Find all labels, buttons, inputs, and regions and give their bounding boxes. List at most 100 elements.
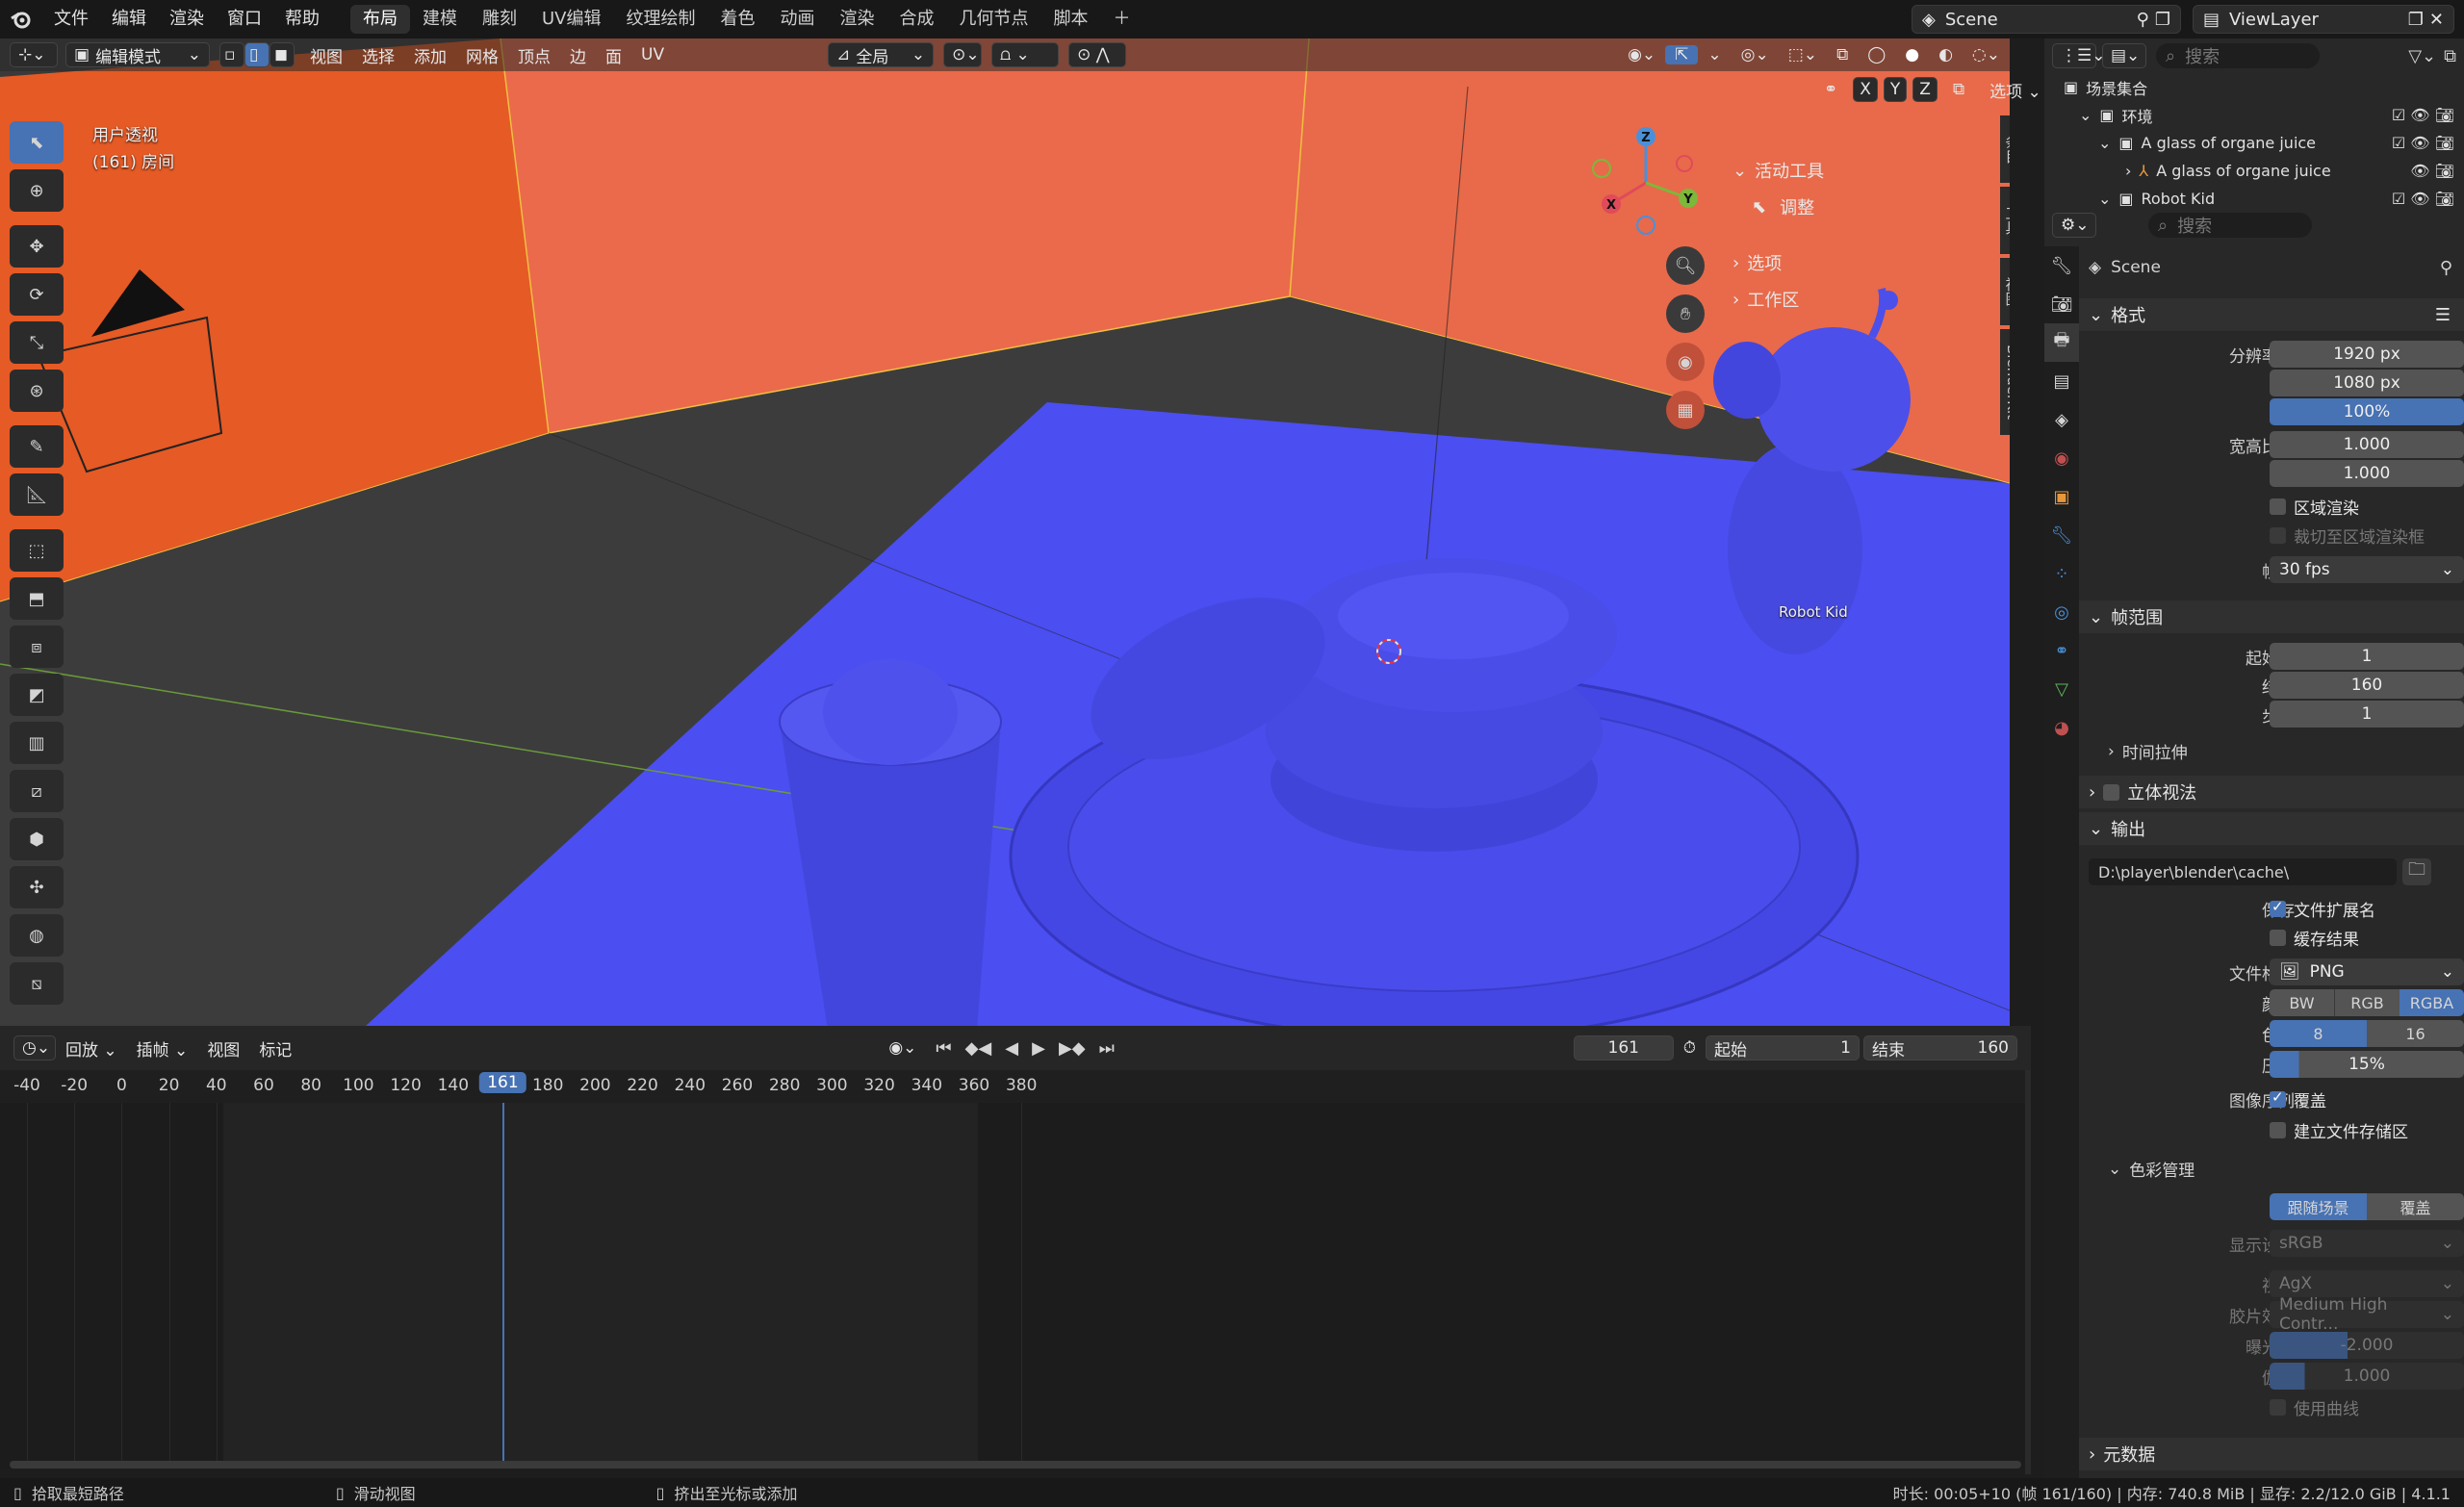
visibility-toggles[interactable]: ☑ 👁︎ 📷︎ <box>2392 106 2454 124</box>
inset-icon[interactable]: ⧈ <box>10 626 64 668</box>
current-frame-indicator[interactable]: 161 <box>479 1072 526 1093</box>
mode-select[interactable]: ▣ 编辑模式 ⌄ <box>65 42 210 67</box>
file-extension-checkbox[interactable]: 文件扩展名 <box>2270 897 2375 921</box>
measure-icon[interactable]: 📐︎ <box>10 473 64 516</box>
menu-file[interactable]: 文件 <box>42 0 100 38</box>
tab-tool[interactable]: 工具 <box>2000 187 2010 254</box>
checkbox-icon[interactable] <box>2103 783 2120 801</box>
cursor-icon[interactable]: ⊕ <box>10 169 64 212</box>
xray-icon[interactable]: ⧉ <box>1827 45 1858 64</box>
stereoscopy-section-header[interactable]: › 立体视法 <box>2079 776 2464 808</box>
tab-item[interactable]: 条目 <box>2000 115 2010 183</box>
axis-y-toggle[interactable]: Y <box>1883 77 1908 102</box>
menu-select[interactable]: 选择 <box>352 43 404 67</box>
particles-tab-icon[interactable]: ⁘ <box>2044 554 2079 593</box>
axis-z-toggle[interactable]: Z <box>1912 77 1938 102</box>
region-render-checkbox[interactable]: 区域渲染 <box>2270 495 2359 519</box>
play-icon[interactable]: ▶ <box>1032 1038 1045 1059</box>
poly-build-icon[interactable]: ⬢ <box>10 818 64 860</box>
crop-region-checkbox[interactable]: 裁切至区域渲染框 <box>2270 524 2425 548</box>
timeline-ruler[interactable]: -40 -20 0 20 40 60 80 100 120 140 161 180 200 220 240 2… <box>0 1070 2031 1103</box>
blender-logo-icon[interactable] <box>0 8 42 31</box>
output-section-header[interactable]: ⌄ 输出 <box>2079 812 2464 845</box>
play-reverse-icon[interactable]: ◀ <box>1005 1038 1018 1059</box>
render-tab-icon[interactable]: 📷︎ <box>2044 285 2079 323</box>
tab-texture-paint[interactable]: 纹理绘制 <box>614 5 708 34</box>
outliner-row[interactable]: ⌄ ▣ A glass of organe juice ☑ 👁︎ 📷︎ <box>2044 129 2464 157</box>
world-tab-icon[interactable]: ◉ <box>2044 439 2079 477</box>
bevel-icon[interactable]: ◩ <box>10 674 64 716</box>
time-stretch-subpanel[interactable]: › 时间拉伸 <box>2108 739 2188 764</box>
menu-uv[interactable]: UV <box>631 45 674 64</box>
editor-type-select[interactable]: ⊹⌄ <box>10 42 58 67</box>
tab-sculpting[interactable]: 雕刻 <box>470 5 529 34</box>
visibility-toggles[interactable]: ☑ 👁︎ 📷︎ <box>2392 190 2454 208</box>
end-frame-field[interactable]: 结束 160 <box>1863 1035 2017 1060</box>
loop-cut-icon[interactable]: ▥ <box>10 722 64 764</box>
outliner-row[interactable]: ⌄ ▣ 环境 ☑ 👁︎ 📷︎ <box>2044 101 2464 129</box>
depth-8-button[interactable]: 8 <box>2270 1020 2367 1047</box>
color-rgba-button[interactable]: RGBA <box>2400 989 2464 1016</box>
zoom-icon[interactable]: 🔍︎ <box>1666 246 1705 285</box>
active-tool-item[interactable]: ⬉ 调整 <box>1732 189 1988 225</box>
mesh-overlay-icon[interactable]: ⬚⌄ <box>1779 45 1827 64</box>
color-rgb-button[interactable]: RGB <box>2334 989 2400 1016</box>
smooth-icon[interactable]: ◍ <box>10 914 64 957</box>
display-mode-select[interactable]: ▤⌄ <box>2102 43 2146 68</box>
view-layer-tab-icon[interactable]: ▤ <box>2044 362 2079 400</box>
timeline-editor-type[interactable]: ◷⌄ <box>13 1035 56 1060</box>
modifier-tab-icon[interactable]: 🔧︎ <box>2044 516 2079 554</box>
scene-tab-icon[interactable]: ◈ <box>2044 400 2079 439</box>
annotate-icon[interactable]: ✎ <box>10 425 64 468</box>
3d-viewport[interactable]: 用户透视 (161) 房间 Robot Kid Z X Y 🔍︎ ✋︎ ◉ ▦ … <box>0 38 2010 1026</box>
wireframe-shading-icon[interactable]: ◯ <box>1858 45 1895 64</box>
folder-icon[interactable]: 🗀 <box>2402 858 2431 885</box>
override-button[interactable]: 覆盖 <box>2367 1193 2464 1220</box>
add-workspace-icon[interactable]: ＋ <box>1101 5 1143 34</box>
menu-keying[interactable]: 插帧 ⌄ <box>127 1036 198 1060</box>
placeholders-checkbox[interactable]: 建立文件存储区 <box>2270 1118 2408 1142</box>
material-tab-icon[interactable]: ◕ <box>2044 708 2079 747</box>
outliner-editor-type[interactable]: ⋮☰⌄ <box>2052 43 2105 68</box>
menu-marker[interactable]: 标记 <box>249 1036 301 1060</box>
transform-orientation-select[interactable]: ⊿ 全局 ⌄ <box>828 42 935 67</box>
material-shading-icon[interactable]: ◐ <box>1929 45 1963 64</box>
menu-edge[interactable]: 边 <box>560 43 596 67</box>
gizmo-menu-icon[interactable]: ⌄ <box>1698 45 1731 64</box>
menu-render[interactable]: 渲染 <box>158 0 216 38</box>
scene-selector[interactable]: ◈ Scene ⚲ ❐ <box>1912 5 2181 34</box>
frame-rate-select[interactable]: 30 fps ⌄ <box>2270 556 2464 583</box>
frame-step-field[interactable]: 1 <box>2270 701 2464 728</box>
data-tab-icon[interactable]: ▽ <box>2044 670 2079 708</box>
copy-icon[interactable]: ❐ <box>2155 10 2170 30</box>
depth-16-button[interactable]: 16 <box>2367 1020 2464 1047</box>
knife-icon[interactable]: ⧄ <box>10 770 64 812</box>
active-tool-header[interactable]: ⌄ 活动工具 <box>1732 152 1988 189</box>
axis-x-toggle[interactable]: X <box>1853 77 1878 102</box>
menu-playback[interactable]: 回放 ⌄ <box>56 1036 127 1060</box>
overwrite-checkbox[interactable]: 覆盖 <box>2270 1087 2326 1111</box>
tab-compositing[interactable]: 合成 <box>887 5 947 34</box>
compression-slider[interactable]: 15% <box>2270 1051 2464 1078</box>
tab-modeling[interactable]: 建模 <box>410 5 470 34</box>
start-frame-field[interactable]: 1 <box>2270 643 2464 670</box>
record-icon[interactable]: ◉⌄ <box>879 1038 926 1058</box>
color-management-subpanel[interactable]: ⌄ 色彩管理 <box>2108 1157 2194 1182</box>
auto-merge-icon[interactable]: ⧉ <box>1943 80 1974 99</box>
tab-blenderkit[interactable]: BlenderKit <box>2000 329 2010 435</box>
end-frame-field[interactable]: 160 <box>2270 672 2464 699</box>
color-bw-button[interactable]: BW <box>2270 989 2334 1016</box>
copy-icon[interactable]: ❐ <box>2408 10 2424 30</box>
edge-select-icon[interactable]: ▯ <box>244 42 270 67</box>
current-frame-field[interactable]: 161 <box>1573 1035 1674 1060</box>
spin-icon[interactable]: ✣ <box>10 866 64 908</box>
extrude-icon[interactable]: ⬒ <box>10 577 64 620</box>
jump-end-icon[interactable]: ⏭ <box>1099 1038 1115 1059</box>
pin-icon[interactable]: ⚲ <box>2137 10 2149 30</box>
object-tab-icon[interactable]: ▣ <box>2044 477 2079 516</box>
close-icon[interactable]: ✕ <box>2429 10 2444 30</box>
timeline-h-scrollbar[interactable] <box>10 1461 2021 1469</box>
resolution-y-field[interactable]: 1080 px <box>2270 370 2464 396</box>
face-select-icon[interactable]: ◼ <box>270 42 295 67</box>
physics-tab-icon[interactable]: ◎ <box>2044 593 2079 631</box>
